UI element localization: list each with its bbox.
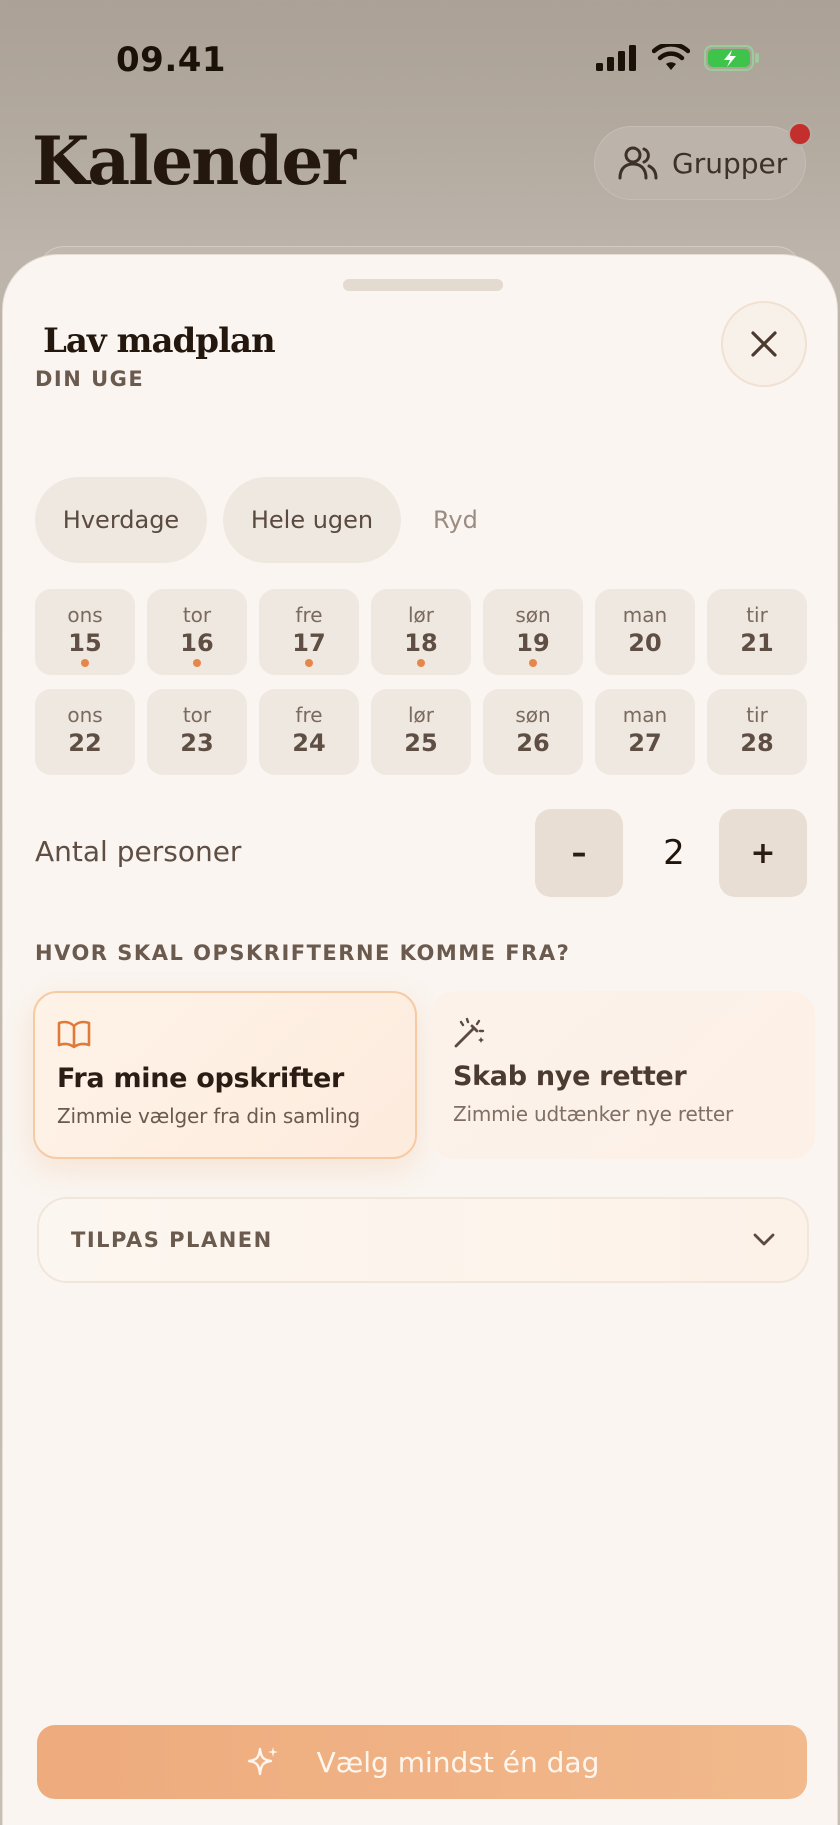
day-row-1: ons 15 tor 16 fre 17 lør 18 søn 19 man 20 tir 2… [35, 589, 811, 675]
magic-wand-icon [454, 1017, 485, 1048]
card-title: Skab nye retter [453, 1061, 687, 1092]
card-title: Fra mine opskrifter [57, 1063, 345, 1094]
customize-plan-label: TILPAS PLANEN [71, 1228, 273, 1252]
close-icon [751, 331, 777, 357]
week-section-label: DIN UGE [35, 367, 145, 391]
card-subtitle: Zimmie vælger fra din samling [57, 1104, 361, 1128]
day-cell[interactable]: man 27 [595, 689, 695, 775]
day-number: 22 [68, 729, 102, 757]
day-name: tor [182, 703, 212, 727]
day-name: søn [515, 703, 551, 727]
chevron-down-icon [753, 1233, 775, 1246]
sheet-title: Lav madplan [43, 321, 276, 361]
day-cell[interactable]: tir 21 [707, 589, 807, 675]
planned-dot [193, 659, 201, 667]
day-name: lør [407, 703, 434, 727]
calendar-title: Kalender [32, 122, 356, 200]
clear-button[interactable]: Ryd [433, 477, 478, 563]
day-number: 19 [516, 629, 550, 657]
sparkles-icon [247, 1747, 278, 1776]
persons-increment-button[interactable]: + [719, 809, 807, 897]
source-option-my-recipes[interactable]: Fra mine opskrifter Zimmie vælger fra di… [33, 991, 417, 1159]
day-number: 16 [180, 629, 214, 657]
status-icons [596, 44, 760, 72]
day-name: fre [295, 703, 323, 727]
book-open-icon [57, 1020, 91, 1049]
day-number: 26 [516, 729, 550, 757]
day-number: 24 [292, 729, 326, 757]
day-number: 18 [404, 629, 438, 657]
wifi-icon [652, 44, 690, 70]
persons-label: Antal personer [35, 835, 242, 868]
day-name: tir [746, 603, 768, 627]
battery-icon [704, 45, 759, 71]
planned-dot [529, 659, 537, 667]
day-name: man [622, 603, 668, 627]
day-number: 25 [404, 729, 438, 757]
day-number: 28 [740, 729, 774, 757]
day-cell[interactable]: lør 18 [371, 589, 471, 675]
sheet-grabber[interactable] [343, 279, 503, 291]
day-number: 15 [68, 629, 102, 657]
day-number: 17 [292, 629, 326, 657]
groups-label: Grupper [672, 146, 788, 180]
day-cell[interactable]: søn 26 [483, 689, 583, 775]
preset-weekdays-button[interactable]: Hverdage [35, 477, 207, 563]
day-cell[interactable]: fre 24 [259, 689, 359, 775]
signal-icon [596, 45, 636, 71]
day-name: fre [295, 603, 323, 627]
day-name: lør [407, 603, 434, 627]
status-bar: 09.41 [0, 0, 840, 120]
planned-dot [305, 659, 313, 667]
day-number: 23 [180, 729, 214, 757]
day-cell[interactable]: ons 15 [35, 589, 135, 675]
cta-label: Vælg mindst én dag [316, 1745, 600, 1779]
day-number: 21 [740, 629, 774, 657]
source-section-label: HVOR SKAL OPSKRIFTERNE KOMME FRA? [35, 941, 571, 965]
users-icon [618, 146, 658, 180]
day-name: man [622, 703, 668, 727]
day-number: 20 [628, 629, 662, 657]
day-name: tor [182, 603, 212, 627]
day-name: søn [515, 603, 551, 627]
groups-button[interactable]: Grupper [594, 126, 806, 200]
day-cell[interactable]: tor 16 [147, 589, 247, 675]
status-time: 09.41 [116, 40, 227, 80]
day-cell[interactable]: søn 19 [483, 589, 583, 675]
persons-value: 2 [663, 833, 685, 873]
planned-dot [417, 659, 425, 667]
planned-dot [81, 659, 89, 667]
card-subtitle: Zimmie udtænker nye retter [453, 1102, 733, 1126]
day-cell[interactable]: lør 25 [371, 689, 471, 775]
meal-plan-sheet: Lav madplan DIN UGE Hverdage Hele ugen R… [2, 254, 838, 1825]
day-cell[interactable]: fre 17 [259, 589, 359, 675]
generate-plan-button[interactable]: Vælg mindst én dag [37, 1725, 807, 1799]
source-option-new-dishes[interactable]: Skab nye retter Zimmie udtænker nye rett… [431, 991, 815, 1159]
customize-plan-accordion[interactable]: TILPAS PLANEN [37, 1197, 809, 1283]
day-cell[interactable]: tir 28 [707, 689, 807, 775]
day-cell[interactable]: ons 22 [35, 689, 135, 775]
day-number: 27 [628, 729, 662, 757]
day-name: tir [746, 703, 768, 727]
day-cell[interactable]: man 20 [595, 589, 695, 675]
persons-decrement-button[interactable]: – [535, 809, 623, 897]
preset-whole-week-button[interactable]: Hele ugen [223, 477, 401, 563]
close-button[interactable] [721, 301, 807, 387]
day-row-2: ons 22 tor 23 fre 24 lør 25 søn 26 man 27 tir 2… [35, 689, 811, 775]
day-name: ons [67, 703, 103, 727]
day-name: ons [67, 603, 103, 627]
notification-badge [788, 122, 812, 146]
day-cell[interactable]: tor 23 [147, 689, 247, 775]
